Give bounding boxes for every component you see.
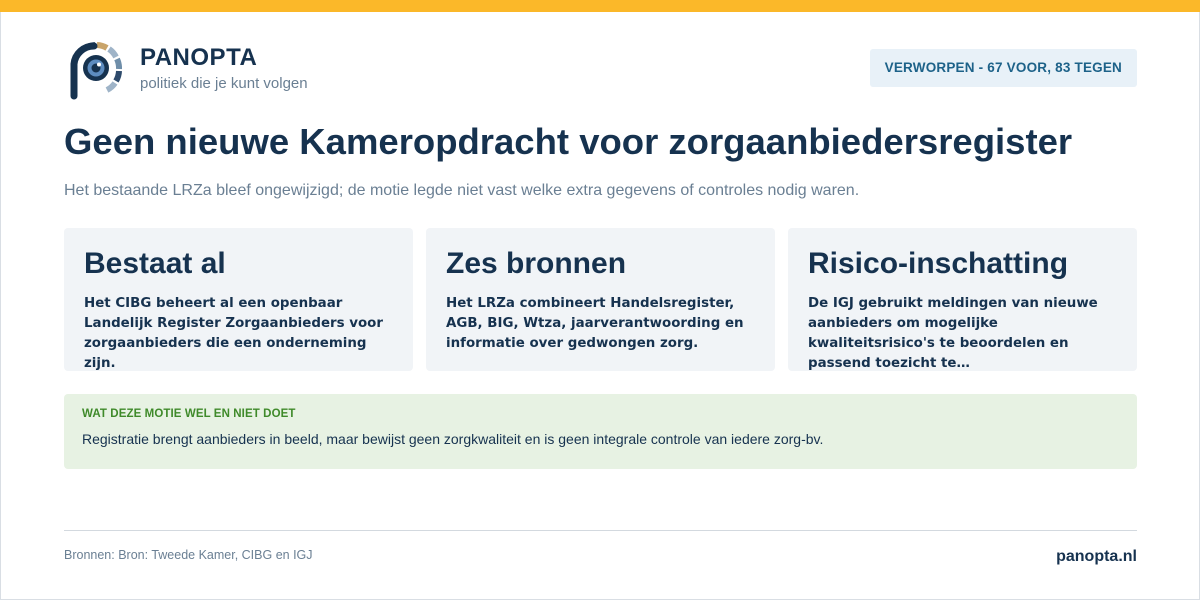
site-link[interactable]: panopta.nl — [1056, 548, 1137, 566]
motion-explainer-text: Registratie brengt aanbieders in beeld, … — [82, 431, 824, 447]
panopta-eye-logo-icon — [70, 42, 122, 100]
card-body: Het LRZa combineert Handelsregister, AGB… — [446, 296, 744, 351]
card-body: Het CIBG beheert al een openbaar Landeli… — [84, 296, 383, 371]
card-title: Risico-inschatting — [808, 247, 1069, 280]
page-subtitle: Het bestaande LRZa bleef ongewijzigd; de… — [64, 182, 860, 199]
vote-result-badge: VERWORPEN - 67 VOOR, 83 TEGEN — [869, 49, 1137, 87]
footer-divider — [64, 530, 1137, 531]
motion-explainer-label: WAT DEZE MOTIE WEL EN NIET DOET — [82, 408, 296, 420]
brand-tagline: politiek die je kunt volgen — [140, 75, 308, 92]
brand-name: PANOPTA — [140, 44, 258, 71]
card-title: Zes bronnen — [446, 247, 627, 280]
motion-explainer-box: WAT DEZE MOTIE WEL EN NIET DOET Registra… — [64, 394, 1137, 469]
info-card-zes-bronnen: Zes bronnen Het LRZa combineert Handelsr… — [426, 228, 775, 371]
sources-text: Bronnen: Bron: Tweede Kamer, CIBG en IGJ — [64, 548, 313, 562]
info-card-bestaat-al: Bestaat al Het CIBG beheert al een openb… — [64, 228, 413, 371]
card-body: De IGJ gebruikt meldingen van nieuwe aan… — [808, 296, 1098, 371]
top-accent-bar — [0, 0, 1200, 12]
info-card-risico-inschatting: Risico-inschatting De IGJ gebruikt meldi… — [788, 228, 1137, 371]
card-title: Bestaat al — [84, 247, 226, 280]
page-title: Geen nieuwe Kameropdracht voor zorgaanbi… — [64, 121, 1073, 162]
